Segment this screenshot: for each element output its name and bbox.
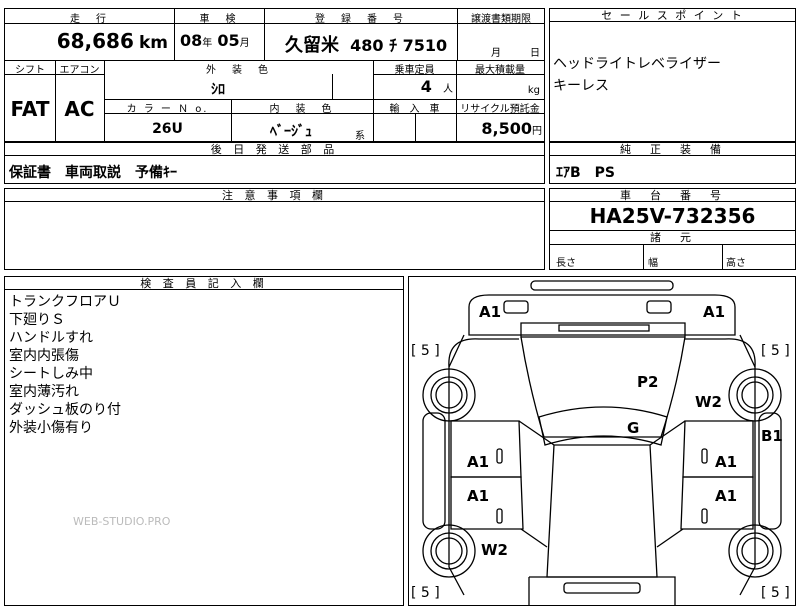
label-w2-left: W2 bbox=[481, 541, 508, 559]
inspector-note-item: 外装小傷有り bbox=[9, 420, 93, 436]
sales-point-item: キーレス bbox=[553, 78, 609, 94]
capacity-value: 4 人 bbox=[373, 77, 453, 96]
year-unit: 年 bbox=[202, 38, 213, 49]
max-load-header: 最大積載量 bbox=[475, 65, 525, 76]
inspector-box: 検 査 員 記 入 欄 トランクフロアＵ 下廻りＳ ハンドルすれ 室内内張傷シートしみ… bbox=[4, 276, 404, 606]
label-a1-mid-left-2: A1 bbox=[467, 487, 489, 505]
inspect-month: 05 bbox=[217, 31, 240, 50]
bracket-right-bottom: [ 5 ] bbox=[761, 585, 790, 601]
capacity-header: 乗車定員 bbox=[394, 65, 435, 76]
front-bumper-top bbox=[530, 280, 674, 291]
car-diagram: A1 A1 P2 W2 G B1 A1 A1 A1 A1 W2 [ 5 ] [ … bbox=[411, 280, 790, 605]
recycle-number: 8,500 bbox=[481, 119, 532, 138]
label-a1-mid-right-1: A1 bbox=[715, 453, 737, 471]
transfer-month: 月 bbox=[491, 48, 501, 59]
inspect-year: 08 bbox=[180, 31, 203, 50]
mileage-header: 走 行 bbox=[70, 14, 109, 25]
max-load-unit: kg bbox=[527, 85, 540, 96]
sales-point-box: セ ー ル ス ポ イ ン ト ヘッドライトレベライザー キーレス bbox=[549, 8, 796, 142]
int-color-suffix: 系 bbox=[355, 131, 365, 142]
inspector-note-item: 下廻りＳ bbox=[9, 312, 65, 328]
reg-number: 480 ﾁ 7510 bbox=[350, 36, 448, 55]
sales-point-item: ヘッドライトレベライザー bbox=[553, 56, 721, 72]
bracket-right-top: [ 5 ] bbox=[761, 343, 790, 359]
spec-table: 走 行 車 検 登 録 番 号 譲渡書類期限 68,686 km 08年 05月… bbox=[4, 8, 545, 142]
shift-value: FAT bbox=[10, 97, 50, 121]
inspector-note-item: 室内薄汚れ bbox=[9, 384, 79, 400]
capacity-unit: 人 bbox=[443, 84, 453, 95]
inspector-header: 検 査 員 記 入 欄 bbox=[5, 277, 403, 290]
registration-value: 久留米 480 ﾁ 7510 bbox=[285, 31, 455, 57]
sales-point-list: ヘッドライトレベライザー キーレス bbox=[553, 53, 721, 97]
registration-header: 登 録 番 号 bbox=[315, 14, 406, 25]
front-lamp-left bbox=[503, 300, 529, 314]
inspector-note-item: トランクフロアＵ bbox=[9, 294, 121, 310]
label-b1: B1 bbox=[761, 427, 783, 445]
inspection-header: 車 検 bbox=[199, 14, 239, 25]
color-no-header: カ ラ ー Ｎ o. bbox=[126, 104, 209, 115]
later-parts-box: 後 日 発 送 部 品 保証書 車両取説 予備ｷｰ bbox=[4, 142, 545, 184]
recycle-header: リサイクル預託金 bbox=[460, 104, 540, 115]
aircon-header: エアコン bbox=[59, 65, 100, 76]
dimensions-header: 諸 元 bbox=[550, 231, 795, 245]
front-lamp-right bbox=[646, 300, 672, 314]
chassis-header: 車 台 番 号 bbox=[550, 189, 795, 202]
mileage-value: 68,686 km bbox=[5, 29, 168, 53]
label-g: G bbox=[627, 419, 639, 437]
int-color-value: ﾍﾞｰｼﾞｭ bbox=[270, 124, 312, 140]
label-a1-front-left: A1 bbox=[479, 303, 501, 321]
length-label: 長さ bbox=[556, 258, 576, 269]
inspection-value: 08年 05月 bbox=[180, 31, 265, 50]
notes-box: 注 意 事 項 欄 bbox=[4, 188, 545, 270]
inspector-note-item: 室内内張傷 bbox=[9, 348, 79, 364]
later-parts-value: 保証書 車両取説 予備ｷｰ bbox=[9, 165, 177, 181]
transfer-day: 日 bbox=[530, 48, 540, 59]
bracket-left-bottom: [ 5 ] bbox=[411, 585, 440, 601]
bracket-left-top: [ 5 ] bbox=[411, 343, 440, 359]
import-header: 輸 入 車 bbox=[389, 104, 440, 115]
inspector-note-item: シートしみ中 bbox=[9, 366, 93, 382]
shift-header: シフト bbox=[15, 65, 45, 76]
label-a1-mid-right-2: A1 bbox=[715, 487, 737, 505]
label-a1-mid-left-1: A1 bbox=[467, 453, 489, 471]
notes-header: 注 意 事 項 欄 bbox=[5, 189, 544, 202]
sales-point-header: セ ー ル ス ポ イ ン ト bbox=[550, 9, 795, 22]
watermark: WEB-STUDIO.PRO bbox=[73, 515, 171, 528]
mileage-number: 68,686 bbox=[56, 29, 134, 53]
label-w2-right: W2 bbox=[695, 393, 722, 411]
inspector-note-item: ダッシュ板のり付 bbox=[9, 402, 121, 418]
int-color-header: 内 装 色 bbox=[269, 104, 335, 115]
recycle-unit: 円 bbox=[532, 126, 542, 137]
month-unit: 月 bbox=[239, 38, 250, 49]
label-a1-front-right: A1 bbox=[703, 303, 725, 321]
transfer-doc-header: 譲渡書類期限 bbox=[471, 14, 531, 25]
label-p2: P2 bbox=[637, 373, 658, 391]
hood bbox=[520, 336, 686, 438]
windshield bbox=[538, 406, 668, 446]
chassis-box: 車 台 番 号 HA25V-732356 諸 元 長さ 幅 高さ bbox=[549, 188, 796, 270]
later-parts-header: 後 日 発 送 部 品 bbox=[5, 143, 544, 156]
roof bbox=[546, 444, 658, 578]
mileage-unit: km bbox=[138, 33, 168, 53]
standard-equip-box: 純 正 装 備 ｴｱB PS bbox=[549, 142, 796, 184]
inspector-notes-list: トランクフロアＵ 下廻りＳ ハンドルすれ 室内内張傷シートしみ中 室内薄汚れダッシュ板の… bbox=[9, 293, 121, 437]
height-label: 高さ bbox=[726, 258, 746, 269]
car-diagram-box: A1 A1 P2 W2 G B1 A1 A1 A1 A1 W2 [ 5 ] [ … bbox=[408, 276, 796, 606]
inspector-note-item: ハンドルすれ bbox=[9, 330, 93, 346]
ext-color-value: ｼﾛ bbox=[211, 82, 225, 98]
capacity-number: 4 bbox=[420, 77, 432, 96]
color-no-value: 26U bbox=[152, 121, 183, 137]
standard-equip-header: 純 正 装 備 bbox=[550, 143, 795, 156]
standard-equip-value: ｴｱB PS bbox=[556, 165, 616, 181]
chassis-value: HA25V-732356 bbox=[589, 204, 756, 228]
width-label: 幅 bbox=[648, 258, 658, 269]
reg-area: 久留米 bbox=[285, 35, 339, 56]
aircon-value: AC bbox=[64, 97, 95, 121]
recycle-value: 8,500円 bbox=[456, 119, 542, 138]
